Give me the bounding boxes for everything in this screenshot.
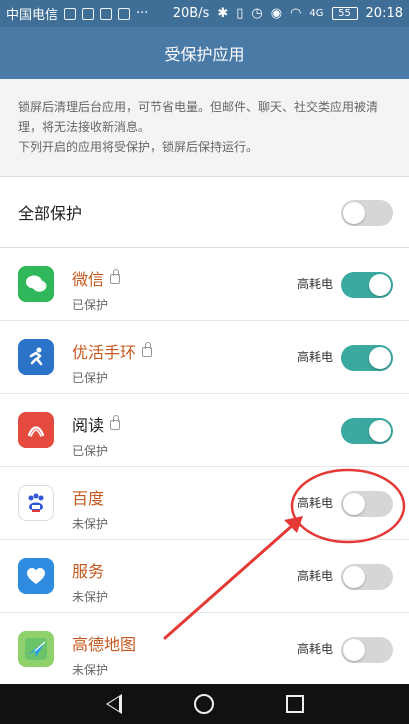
vibrate-icon: ▯: [236, 6, 244, 21]
app-list: 微信 已保护 高耗电 优活手环 已保护 高耗电 阅读 已保护 百度 未保护 高耗…: [0, 248, 409, 686]
app-info: 优活手环 已保护: [72, 339, 153, 386]
toggle-knob: [343, 202, 365, 224]
eye-icon: ◉: [270, 6, 283, 21]
app-info: 阅读 已保护: [72, 412, 121, 459]
power-label: 高耗电: [296, 496, 333, 510]
notice-line-1: 锁屏后清理后台应用，可节省电量。但邮件、聊天、社交类应用被清理，将无法接收新消息…: [18, 100, 379, 134]
map-icon: [18, 631, 54, 667]
app-toggle-amap[interactable]: [341, 637, 393, 663]
toggle-knob: [369, 347, 391, 369]
app-status: 未保护: [72, 590, 109, 604]
reader-icon: [18, 412, 54, 448]
notification-icon: [82, 7, 95, 20]
baidu-icon: [18, 485, 54, 521]
app-name: 微信: [72, 266, 121, 290]
back-icon[interactable]: [105, 694, 122, 714]
app-row-baidu: 百度 未保护 高耗电: [0, 467, 409, 540]
app-row-amap: 高德地图 未保护 高耗电: [0, 613, 409, 686]
app-toggle-baidu[interactable]: [341, 491, 393, 517]
app-row-band: 优活手环 已保护 高耗电: [0, 321, 409, 394]
app-name: 阅读: [72, 412, 121, 436]
alarm-icon: ◷: [251, 6, 263, 21]
toggle-knob: [369, 420, 391, 442]
app-row-wechat: 微信 已保护 高耗电: [0, 248, 409, 321]
home-icon[interactable]: [193, 694, 214, 714]
network-speed: 20B/s: [172, 6, 210, 21]
notice: 锁屏后清理后台应用，可节省电量。但邮件、聊天、社交类应用被清理，将无法接收新消息…: [0, 79, 409, 176]
power-label: 高耗电: [296, 642, 333, 656]
time: 20:18: [365, 6, 403, 21]
all-protect-toggle[interactable]: [341, 200, 393, 226]
runner-icon: [18, 339, 54, 375]
app-info: 微信 已保护: [72, 266, 121, 313]
app-status: 已保护: [72, 298, 109, 312]
app-status: 已保护: [72, 371, 109, 385]
app-info: 百度 未保护: [72, 485, 108, 532]
toggle-knob: [343, 639, 365, 661]
notification-icon: [64, 7, 77, 20]
app-name: 百度: [72, 489, 105, 508]
app-status: 已保护: [72, 444, 109, 458]
lock-icon: [110, 269, 121, 284]
signal-label: 4G: [309, 8, 324, 19]
wechat-icon: [18, 266, 54, 302]
carrier-label: 中国电信: [6, 8, 59, 23]
app-name: 高德地图: [72, 635, 137, 654]
all-protect-row: 全部保护: [0, 176, 409, 248]
app-toggle-wechat[interactable]: [341, 272, 393, 298]
power-label: 高耗电: [296, 350, 333, 364]
wifi-icon: ◠: [290, 6, 302, 21]
power-label: 高耗电: [296, 277, 333, 291]
status-bar: 中国电信 ··· 20B/s ✱ ▯ ◷ ◉ ◠ 4G 55 20:18: [0, 0, 409, 27]
app-info: 高德地图 未保护: [72, 631, 136, 678]
app-name: 服务: [72, 562, 105, 581]
system-navigation-bar: [0, 684, 409, 724]
app-toggle-reader[interactable]: [341, 418, 393, 444]
heart-icon: [18, 558, 54, 594]
app-row-service: 服务 未保护 高耗电: [0, 540, 409, 613]
all-protect-label: 全部保护: [18, 204, 83, 223]
bluetooth-icon: ✱: [217, 6, 229, 21]
app-status: 未保护: [72, 517, 109, 531]
app-info: 服务 未保护: [72, 558, 108, 605]
toggle-knob: [369, 274, 391, 296]
lock-icon: [142, 342, 153, 357]
page-title: 受保护应用: [0, 27, 409, 79]
recent-apps-icon[interactable]: [285, 695, 304, 713]
app-name: 优活手环: [72, 339, 153, 363]
app-toggle-band[interactable]: [341, 345, 393, 371]
notification-icon: [118, 7, 131, 20]
notice-line-2: 下列开启的应用将受保护，锁屏后保持运行。: [18, 140, 259, 154]
app-toggle-service[interactable]: [341, 564, 393, 590]
toggle-knob: [343, 566, 365, 588]
app-row-reader: 阅读 已保护: [0, 394, 409, 467]
power-label: 高耗电: [296, 569, 333, 583]
app-status: 未保护: [72, 663, 109, 677]
battery-indicator: 55: [331, 7, 358, 20]
notification-icon: [100, 7, 113, 20]
lock-icon: [110, 415, 121, 430]
more-notifications-icon: ···: [136, 6, 149, 21]
toggle-knob: [343, 493, 365, 515]
